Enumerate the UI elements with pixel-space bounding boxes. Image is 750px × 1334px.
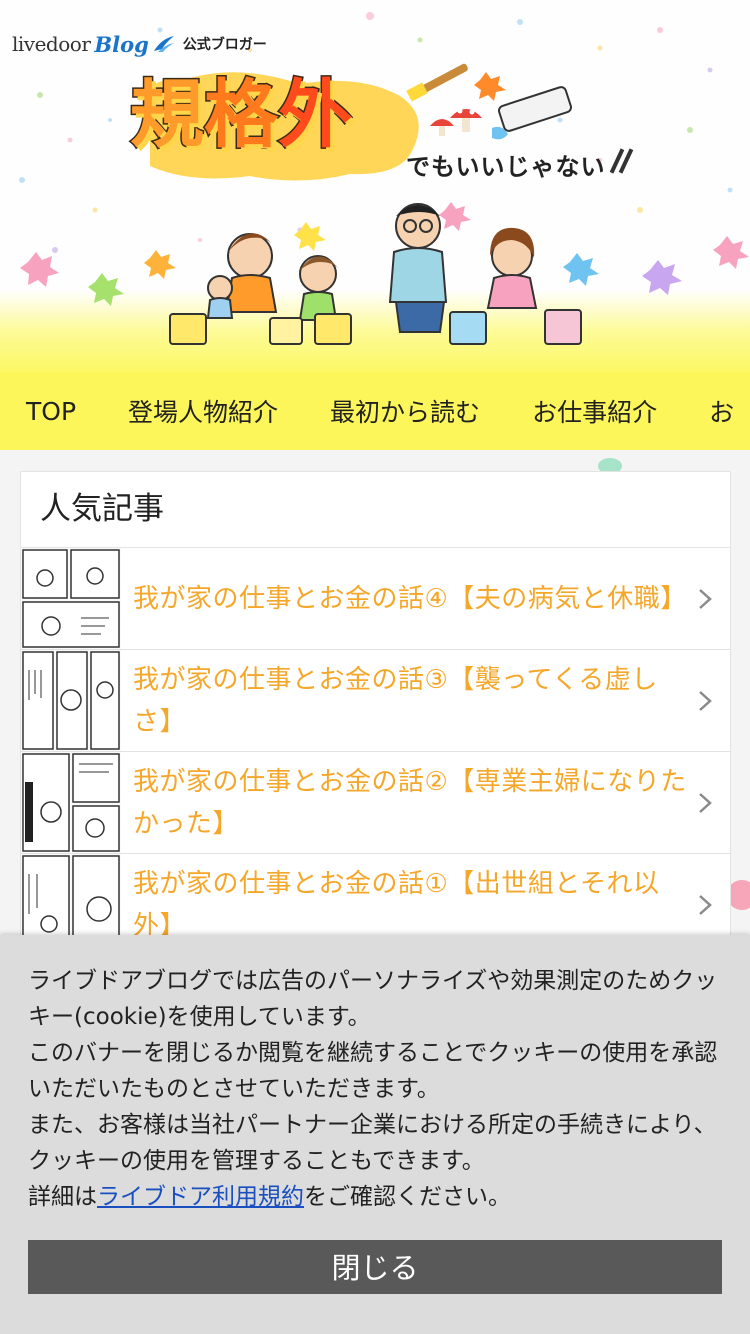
cookie-notice-detail: 詳細はライブドア利用規約をご確認ください。 [28, 1179, 728, 1215]
blog-logo-title[interactable]: 規 格 外 [129, 72, 354, 158]
blog-header: livedoor Blog 公式ブロガー 規 格 外 でもいいじゃない [0, 0, 750, 372]
chevron-right-icon [694, 686, 716, 716]
article-thumbnail [21, 548, 121, 649]
chevron-right-icon [694, 890, 716, 920]
cookie-notice-line-3: また、お客様は当社パートナー企業における所定の手続きにより、クッキーの使用を管理… [28, 1112, 717, 1174]
brand-livedoor-text: livedoor [12, 32, 91, 56]
article-row[interactable]: 我が家の仕事とお金の話③【襲ってくる虚しさ】 [21, 650, 730, 752]
article-title-link[interactable]: 我が家の仕事とお金の話③【襲ってくる虚しさ】 [121, 659, 730, 743]
terms-of-use-link[interactable]: ライブドア利用規約 [97, 1184, 304, 1210]
logo-char-3: 外 [277, 72, 354, 158]
nav-item-characters[interactable]: 登場人物紹介 [102, 393, 304, 429]
article-thumbnail [21, 752, 121, 853]
article-row[interactable]: 我が家の仕事とお金の話④【夫の病気と休職】 [21, 548, 730, 650]
cookie-notice-line-2: このバナーを閉じるか閲覧を継続することでクッキーの使用を承認いただいたものとさせ… [28, 1040, 718, 1102]
cookie-notice-text: ライブドアブログでは広告のパーソナライズや効果測定のためクッキー(cookie)… [28, 963, 728, 1215]
brand-official-blogger: 公式ブロガー [182, 37, 267, 53]
cookie-detail-suffix: をご確認ください。 [304, 1184, 511, 1210]
cookie-notice-line-1: ライブドアブログでは広告のパーソナライズや効果測定のためクッキー(cookie)… [28, 968, 718, 1030]
nav-item-overflow[interactable]: お [683, 393, 750, 429]
cookie-consent-banner: ライブドアブログでは広告のパーソナライズや効果測定のためクッキー(cookie)… [0, 935, 750, 1334]
close-button[interactable]: 閉じる [28, 1240, 722, 1294]
wing-icon [153, 36, 174, 52]
livedoor-blog-brand[interactable]: livedoor Blog 公式ブロガー [12, 30, 267, 58]
chevron-right-icon [694, 788, 716, 818]
nav-item-read-from-start[interactable]: 最初から読む [304, 393, 506, 429]
global-nav: TOP 登場人物紹介 最初から読む お仕事紹介 お [0, 372, 750, 450]
article-thumbnail [21, 650, 121, 751]
popular-articles-title: 人気記事 [21, 472, 730, 548]
nav-item-top[interactable]: TOP [0, 397, 102, 426]
article-title-link[interactable]: 我が家の仕事とお金の話④【夫の病気と休職】 [121, 578, 730, 620]
brand-blog-text: Blog [94, 31, 149, 57]
blog-logo-subtitle: でもいいじゃない [406, 153, 606, 181]
cookie-detail-prefix: 詳細は [28, 1184, 97, 1210]
chevron-right-icon [694, 584, 716, 614]
article-row[interactable]: 我が家の仕事とお金の話②【専業主婦になりたかった】 [21, 752, 730, 854]
logo-char-1: 規 [129, 72, 206, 158]
logo-char-2: 格 [203, 72, 280, 158]
nav-item-work[interactable]: お仕事紹介 [506, 393, 683, 429]
article-title-link[interactable]: 我が家の仕事とお金の話②【専業主婦になりたかった】 [121, 761, 730, 845]
article-title-link[interactable]: 我が家の仕事とお金の話①【出世組とそれ以外】 [121, 863, 730, 947]
